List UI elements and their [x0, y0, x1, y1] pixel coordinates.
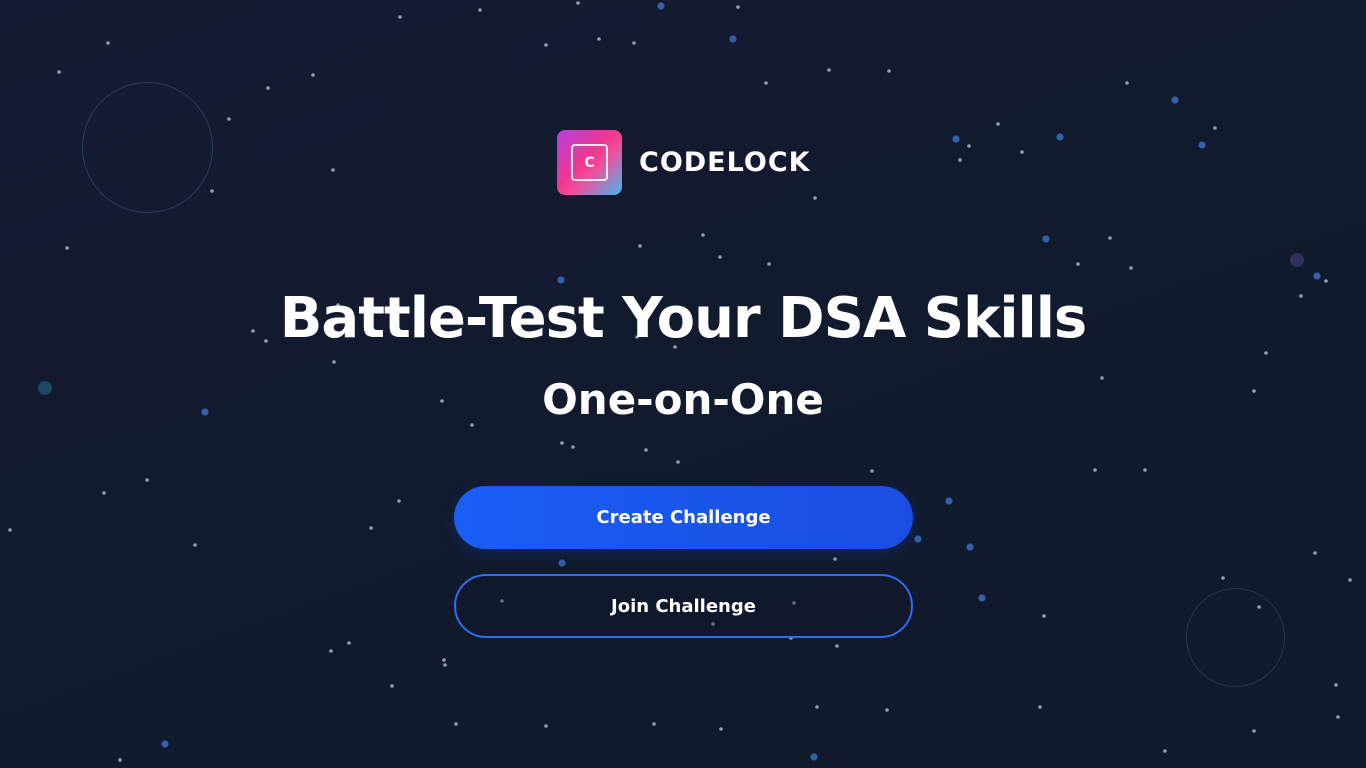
star	[1125, 81, 1129, 85]
star	[676, 460, 680, 464]
star	[576, 1, 580, 5]
star	[813, 196, 817, 200]
star	[914, 535, 922, 543]
star	[398, 15, 402, 19]
star	[652, 722, 656, 726]
star	[557, 276, 565, 284]
star	[638, 244, 642, 248]
star	[1336, 715, 1340, 719]
star	[193, 543, 197, 547]
star	[1221, 576, 1225, 580]
star	[736, 5, 740, 9]
star	[1198, 141, 1206, 149]
star	[1129, 266, 1133, 270]
star	[1163, 749, 1167, 753]
star	[397, 499, 401, 503]
star	[102, 491, 106, 495]
star	[266, 86, 270, 90]
star	[978, 594, 986, 602]
star	[1324, 279, 1328, 283]
star	[560, 441, 564, 445]
star	[544, 724, 548, 728]
star	[1313, 272, 1321, 280]
star	[810, 753, 818, 761]
star	[442, 658, 446, 662]
star	[331, 168, 335, 172]
star	[996, 122, 1000, 126]
star	[1042, 614, 1046, 618]
star	[1348, 578, 1352, 582]
star	[1334, 683, 1338, 687]
star	[57, 70, 61, 74]
star	[835, 644, 839, 648]
star	[1252, 729, 1256, 733]
star	[454, 722, 458, 726]
star	[571, 445, 575, 449]
star	[945, 497, 953, 505]
star	[827, 68, 831, 72]
star	[1038, 705, 1042, 709]
star	[65, 246, 69, 250]
star	[657, 2, 665, 10]
star	[952, 135, 960, 143]
star	[729, 35, 737, 43]
star	[544, 43, 548, 47]
logo-letter: C	[571, 144, 608, 181]
star	[632, 41, 636, 45]
decorative-ring	[1186, 588, 1285, 687]
star	[369, 526, 373, 530]
star	[1093, 468, 1097, 472]
star	[815, 705, 819, 709]
star	[764, 81, 768, 85]
star	[966, 543, 974, 551]
brand: C CODELOCK	[557, 130, 811, 195]
star	[1143, 468, 1147, 472]
star	[443, 663, 447, 667]
star	[701, 233, 705, 237]
star	[8, 528, 12, 532]
hero-subheadline: One-on-One	[542, 375, 824, 424]
star	[719, 727, 723, 731]
star	[347, 641, 351, 645]
star	[145, 478, 149, 482]
hero-headline: Battle-Test Your DSA Skills	[279, 286, 1088, 351]
star	[1056, 133, 1064, 141]
star	[478, 8, 482, 12]
star	[329, 649, 333, 653]
star	[597, 37, 601, 41]
star	[885, 708, 889, 712]
star	[967, 144, 971, 148]
star	[390, 684, 394, 688]
star	[1076, 262, 1080, 266]
star	[1108, 236, 1112, 240]
star	[227, 117, 231, 121]
star	[1171, 96, 1179, 104]
decorative-ring	[82, 82, 213, 213]
star	[311, 73, 315, 77]
star	[1020, 150, 1024, 154]
star	[887, 69, 891, 73]
star	[210, 189, 214, 193]
star	[118, 758, 122, 762]
star	[958, 158, 962, 162]
star	[1042, 235, 1050, 243]
star	[332, 360, 336, 364]
star	[161, 740, 169, 748]
star	[644, 448, 648, 452]
join-challenge-button[interactable]: Join Challenge	[454, 574, 913, 638]
star	[870, 469, 874, 473]
star	[558, 559, 566, 567]
brand-name: CODELOCK	[639, 147, 811, 178]
star	[1313, 551, 1317, 555]
create-challenge-button[interactable]: Create Challenge	[454, 486, 913, 549]
star	[1213, 126, 1217, 130]
star	[767, 262, 771, 266]
logo-icon: C	[557, 130, 622, 195]
star	[718, 255, 722, 259]
glow-orb	[1290, 253, 1304, 267]
star	[833, 557, 837, 561]
star	[106, 41, 110, 45]
